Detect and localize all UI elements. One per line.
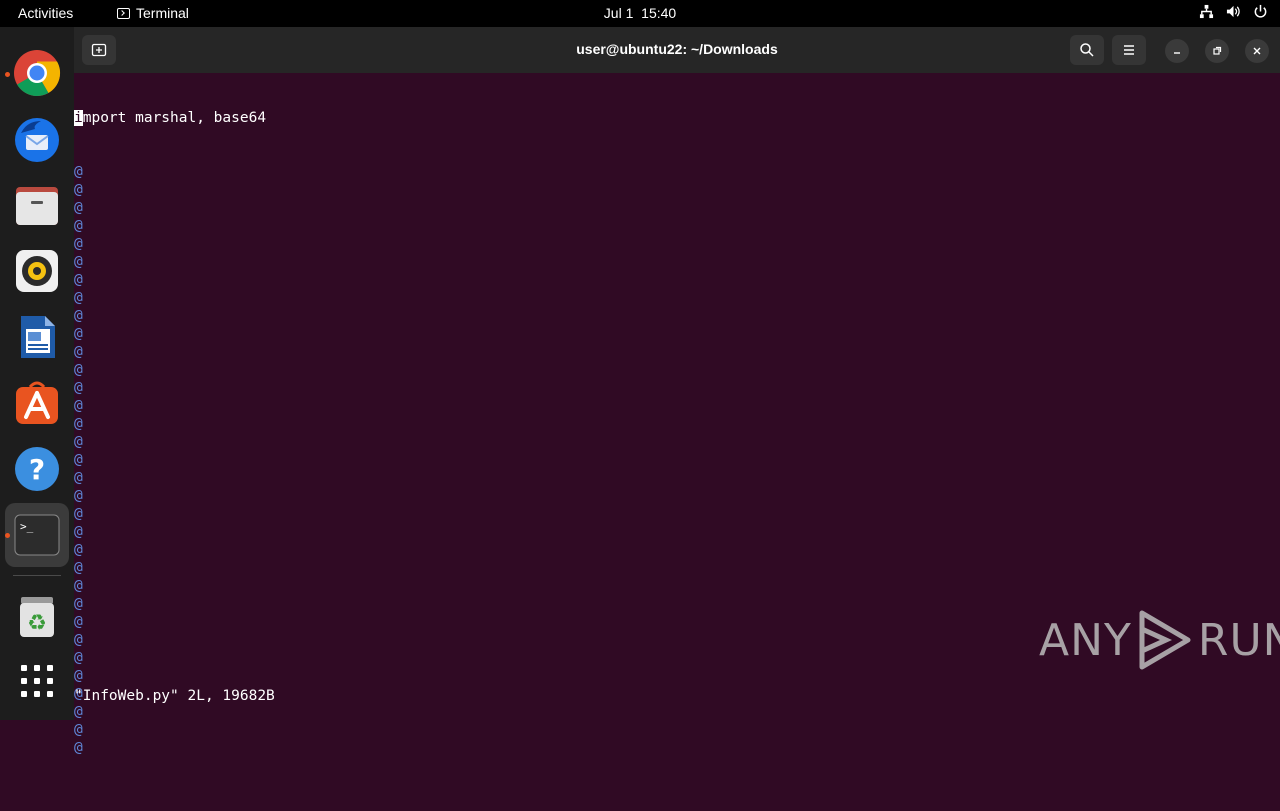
empty-line-marker: @: [74, 398, 83, 414]
empty-line-marker: @: [74, 272, 83, 288]
clock-time: 15:40: [641, 5, 677, 21]
empty-line-marker: @: [74, 164, 83, 180]
dock-separator: [13, 575, 61, 576]
empty-line-marker: @: [74, 416, 83, 432]
empty-line-marker: @: [74, 200, 83, 216]
vim-status-line: "InfoWeb.py" 2L, 19682B: [74, 688, 275, 704]
empty-line-marker: @: [74, 290, 83, 306]
menu-button[interactable]: [1112, 35, 1146, 65]
help-icon[interactable]: ?: [13, 445, 61, 493]
empty-line-marker: @: [74, 344, 83, 360]
empty-line-marker: @: [74, 470, 83, 486]
close-button[interactable]: [1245, 39, 1269, 63]
maximize-button[interactable]: [1205, 39, 1229, 63]
libreoffice-writer-icon[interactable]: [13, 313, 61, 361]
empty-line-marker: @: [74, 704, 83, 720]
editor-line: import marshal, base64: [74, 109, 1268, 127]
editor-line-text: mport marshal, base64: [82, 110, 267, 126]
empty-line-marker: @: [74, 542, 83, 558]
play-logo-icon: [1139, 610, 1191, 670]
rhythmbox-icon[interactable]: [13, 247, 61, 295]
empty-line-marker: @: [74, 488, 83, 504]
volume-icon: [1226, 5, 1240, 18]
top-bar: Activities Terminal Jul 1 15:40: [0, 0, 1280, 27]
empty-line-marker: @: [74, 506, 83, 522]
show-applications-icon[interactable]: [13, 657, 61, 705]
network-icon: [1199, 4, 1214, 19]
watermark-right: RUN: [1197, 614, 1280, 666]
anyrun-watermark: ANY RUN: [1039, 609, 1280, 671]
dock: ? >_ ♻: [0, 27, 74, 720]
text-cursor: i: [74, 110, 83, 126]
empty-line-marker: @: [74, 326, 83, 342]
minimize-button[interactable]: [1165, 39, 1189, 63]
empty-line-marker: @: [74, 452, 83, 468]
system-tray[interactable]: [1199, 4, 1268, 19]
empty-line-marker: @: [74, 578, 83, 594]
empty-line-marker: @: [74, 308, 83, 324]
close-icon: [1253, 47, 1261, 55]
empty-line-marker: @: [74, 218, 83, 234]
empty-line-marker: @: [74, 740, 83, 756]
restore-icon: [1213, 46, 1222, 55]
empty-line-marker: @: [74, 362, 83, 378]
empty-line-marker: @: [74, 560, 83, 576]
watermark-left: ANY: [1039, 614, 1132, 666]
empty-line-marker: @: [74, 236, 83, 252]
search-icon: [1080, 43, 1094, 57]
svg-text:?: ?: [29, 453, 45, 486]
minimize-icon: [1174, 52, 1180, 54]
svg-text:♻: ♻: [27, 611, 47, 636]
power-icon: [1254, 4, 1267, 18]
terminal-window: user@ubuntu22: ~/Downloads import marsha…: [74, 27, 1280, 756]
title-bar[interactable]: user@ubuntu22: ~/Downloads: [74, 27, 1280, 73]
svg-text:>_: >_: [20, 520, 34, 533]
search-button[interactable]: [1070, 35, 1104, 65]
empty-line-marker: @: [74, 722, 83, 738]
empty-line-marker: @: [74, 380, 83, 396]
empty-line-marker: @: [74, 434, 83, 450]
chrome-icon[interactable]: [13, 49, 61, 97]
hamburger-icon: [1124, 45, 1134, 55]
empty-line-marker: @: [74, 254, 83, 270]
thunderbird-icon[interactable]: [13, 115, 61, 163]
trash-icon[interactable]: ♻: [13, 593, 61, 641]
clock-date: Jul 1: [603, 5, 634, 21]
terminal-dock-icon[interactable]: >_: [13, 511, 61, 559]
empty-line-marker: @: [74, 182, 83, 198]
files-icon[interactable]: [13, 181, 61, 229]
running-indicator: [5, 72, 10, 77]
ubuntu-software-icon[interactable]: [13, 379, 61, 427]
empty-line-marker: @: [74, 524, 83, 540]
running-indicator: [5, 533, 10, 538]
clock[interactable]: Jul 1 15:40: [0, 5, 1280, 21]
